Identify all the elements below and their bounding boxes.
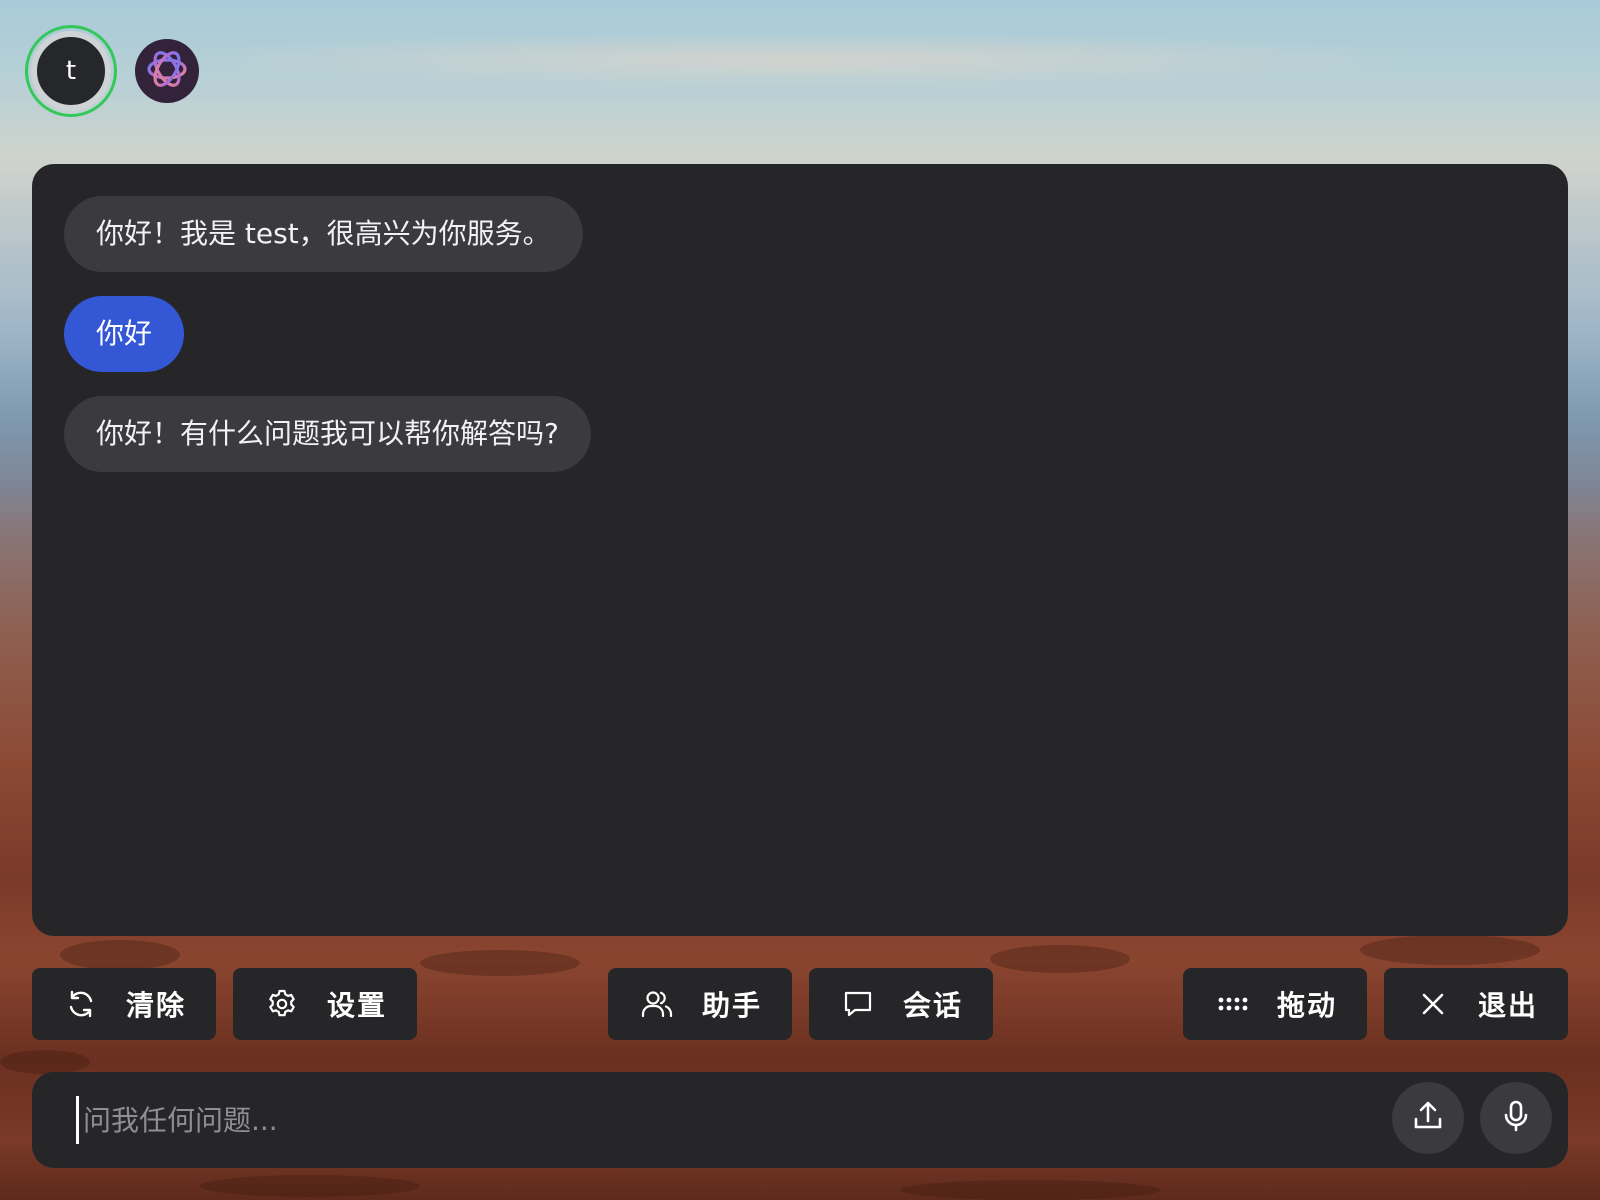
clear-button-label: 清除	[126, 989, 187, 1022]
user-avatar-letter: t	[31, 31, 111, 111]
close-icon	[1416, 987, 1450, 1021]
chat-panel: 你好！我是 test，很高兴为你服务。 你好 你好！有什么问题我可以帮你解答吗?	[32, 164, 1568, 936]
microphone-icon	[1501, 1099, 1531, 1137]
refresh-icon	[64, 987, 98, 1021]
assistant-avatar[interactable]	[135, 39, 199, 103]
chat-bubble-icon	[841, 987, 875, 1021]
assistant-button-label: 助手	[702, 989, 763, 1022]
conversation-button[interactable]: 会话	[809, 968, 993, 1040]
assistant-message: 你好！我是 test，很高兴为你服务。	[64, 196, 583, 272]
users-icon	[640, 987, 674, 1021]
clear-button[interactable]: 清除	[32, 968, 216, 1040]
user-avatar[interactable]: t	[25, 25, 117, 117]
openai-logo-icon	[142, 44, 192, 98]
exit-button[interactable]: 退出	[1384, 968, 1568, 1040]
exit-button-label: 退出	[1478, 989, 1539, 1022]
gear-icon	[265, 987, 299, 1021]
drag-button-label: 拖动	[1277, 989, 1338, 1022]
input-bar	[32, 1072, 1568, 1168]
microphone-button[interactable]	[1480, 1082, 1552, 1154]
settings-button[interactable]: 设置	[233, 968, 417, 1040]
drag-button[interactable]: 拖动	[1183, 968, 1367, 1040]
conversation-button-label: 会话	[903, 989, 964, 1022]
message-input[interactable]	[76, 1096, 1363, 1144]
assistant-button[interactable]: 助手	[608, 968, 792, 1040]
user-message: 你好	[64, 296, 185, 372]
assistant-message: 你好！有什么问题我可以帮你解答吗?	[64, 396, 591, 472]
drag-dots-icon	[1215, 987, 1249, 1021]
upload-button[interactable]	[1392, 1082, 1464, 1154]
settings-button-label: 设置	[327, 989, 388, 1022]
upload-icon	[1411, 1099, 1445, 1137]
